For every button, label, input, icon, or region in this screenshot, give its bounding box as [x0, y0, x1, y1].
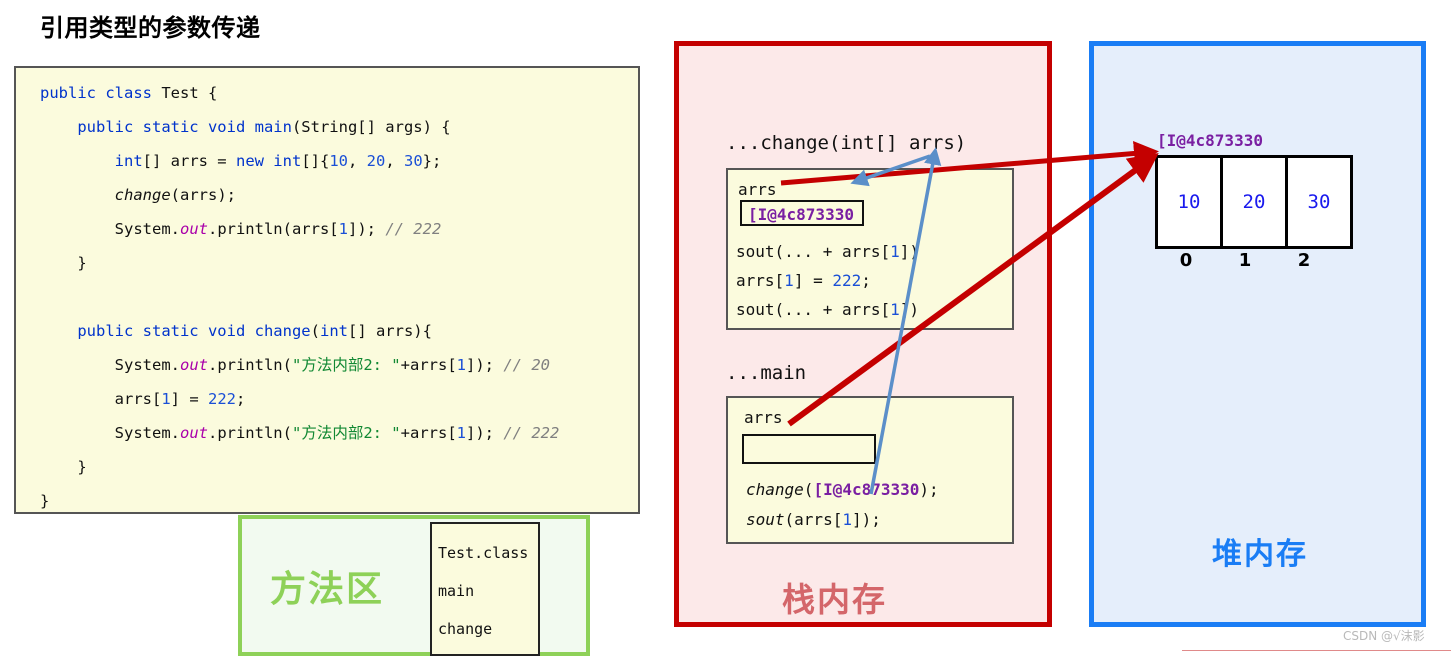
method-area-entry: main: [438, 582, 475, 600]
method-area-entry: Test.class: [438, 544, 529, 562]
code-line: arrs[1] = 222;: [40, 390, 246, 408]
code-line: System.out.println("方法内部2: "+arrs[1]); /…: [40, 424, 560, 442]
change-frame-title: ...change(int[] arrs): [726, 132, 967, 154]
method-area-label: 方法区: [270, 569, 385, 610]
stack-statement: sout(... + arrs[1]): [736, 300, 920, 319]
csdn-watermark: CSDN @√沫影: [1343, 629, 1425, 643]
method-area-entry: change: [438, 620, 493, 638]
heap-array-index: 2: [1297, 250, 1311, 271]
method-area-entries: Test.class main change: [430, 522, 540, 656]
stack-statement: arrs[1] = 222;: [736, 271, 871, 290]
main-frame-sout-line: sout(arrs[1]);: [746, 510, 881, 529]
code-line: public static void main(String[] args) {: [40, 118, 451, 136]
code-line: int[] arrs = new int[]{10, 20, 30};: [114, 152, 442, 170]
change-frame-var-name: arrs: [738, 180, 777, 199]
page-title: 引用类型的参数传递: [40, 14, 261, 42]
code-line: }: [40, 492, 50, 510]
code-line: public static void change(int[] arrs){: [40, 322, 432, 340]
main-frame-title: ...main: [726, 362, 807, 384]
main-frame-call-method: change: [746, 480, 804, 499]
code-line: }: [40, 254, 87, 272]
change-frame-var-value: [I@4c873330: [740, 200, 864, 226]
code-line: }: [40, 458, 87, 476]
main-frame-var-name: arrs: [744, 408, 783, 427]
main-frame-call-arg: [I@4c873330: [813, 480, 920, 499]
heap-array-index: 0: [1179, 250, 1193, 271]
heap-memory-label: 堆内存: [1212, 537, 1308, 572]
code-line: public class Test {: [40, 84, 218, 102]
bottom-rule: [1182, 650, 1451, 651]
stack-memory-label: 栈内存: [782, 580, 887, 619]
stack-statement: sout(... + arrs[1]): [736, 242, 920, 261]
heap-array-cell: 30: [1285, 155, 1353, 249]
heap-array-indices: 0 1 2: [1155, 250, 1332, 271]
code-line: System.out.println(arrs[1]); // 222: [40, 220, 442, 238]
main-frame-call-line: change([I@4c873330);: [746, 480, 939, 499]
change-frame-statements: sout(... + arrs[1]) arrs[1] = 222; sout(..…: [736, 237, 919, 324]
main-frame-var-value: [742, 434, 876, 464]
code-line: System.out.println("方法内部2: "+arrs[1]); /…: [40, 356, 550, 374]
heap-array-index: 1: [1238, 250, 1252, 271]
code-line: change(arrs);: [114, 186, 236, 204]
java-code-block: public class Test { public static void m…: [14, 66, 640, 514]
heap-address-label: [I@4c873330: [1157, 131, 1263, 150]
heap-array-cells: 10 20 30: [1155, 155, 1353, 249]
heap-array-cell: 10: [1155, 155, 1223, 249]
heap-array-cell: 20: [1220, 155, 1288, 249]
